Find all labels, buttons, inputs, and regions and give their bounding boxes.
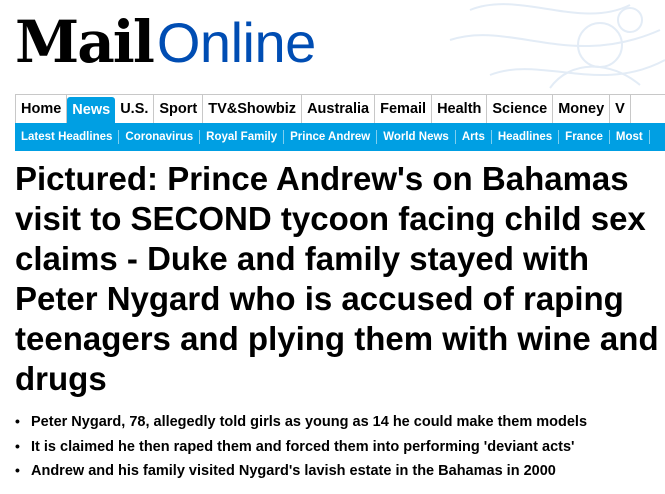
summary-bullet-text: It is claimed he then raped them and for…: [31, 438, 575, 455]
summary-bullet: • Andrew and his family visited Nygard's…: [15, 459, 665, 484]
summary-bullet: • It is claimed he then raped them and f…: [15, 435, 665, 460]
bullet-dot-icon: •: [15, 413, 20, 429]
subnav-world-news[interactable]: World News: [377, 130, 456, 144]
subnav-france[interactable]: France: [559, 130, 610, 144]
nav-news[interactable]: News: [67, 97, 116, 123]
nav-health[interactable]: Health: [432, 95, 488, 123]
nav-video-truncated[interactable]: V: [610, 95, 631, 123]
secondary-nav: Latest Headlines Coronavirus Royal Famil…: [15, 123, 665, 151]
nav-home[interactable]: Home: [16, 95, 68, 123]
bullet-dot-icon: •: [15, 462, 20, 478]
nav-tv-showbiz[interactable]: TV&Showbiz: [203, 95, 303, 123]
summary-bullet-text: Peter Nygard, 78, allegedly told girls a…: [31, 414, 588, 430]
bullet-dot-icon: •: [15, 437, 20, 454]
subnav-royal-family[interactable]: Royal Family: [200, 130, 285, 144]
masthead-decoration: [449, 3, 665, 89]
article-summary-bullets: • Peter Nygard, 78, allegedly told girls…: [15, 410, 665, 484]
nav-australia[interactable]: Australia: [302, 95, 376, 123]
subnav-latest-headlines[interactable]: Latest Headlines: [15, 130, 120, 144]
subnav-coronavirus[interactable]: Coronavirus: [119, 130, 201, 144]
primary-nav: Home News U.S. Sport TV&Showbiz Australi…: [15, 94, 665, 123]
subnav-most-truncated[interactable]: Most: [610, 130, 650, 144]
masthead: Mail Online: [0, 0, 665, 92]
nav-us[interactable]: U.S.: [115, 95, 155, 123]
logo-mail-text: Mail: [15, 8, 155, 76]
summary-bullet-text: Andrew and his family visited Nygard's l…: [31, 463, 556, 479]
nav-science[interactable]: Science: [487, 95, 554, 123]
subnav-headlines[interactable]: Headlines: [492, 130, 560, 144]
logo-online-text: Online: [156, 11, 316, 74]
subnav-prince-andrew[interactable]: Prince Andrew: [284, 130, 378, 144]
nav-money[interactable]: Money: [553, 95, 611, 123]
article-headline: Pictured: Prince Andrew's on Bahamas vis…: [15, 160, 659, 397]
mailonline-logo[interactable]: Mail Online: [15, 2, 316, 83]
nav-femail[interactable]: Femail: [375, 95, 433, 123]
subnav-arts[interactable]: Arts: [456, 130, 492, 144]
summary-bullet: • Peter Nygard, 78, allegedly told girls…: [15, 410, 665, 435]
nav-sport[interactable]: Sport: [154, 95, 204, 123]
